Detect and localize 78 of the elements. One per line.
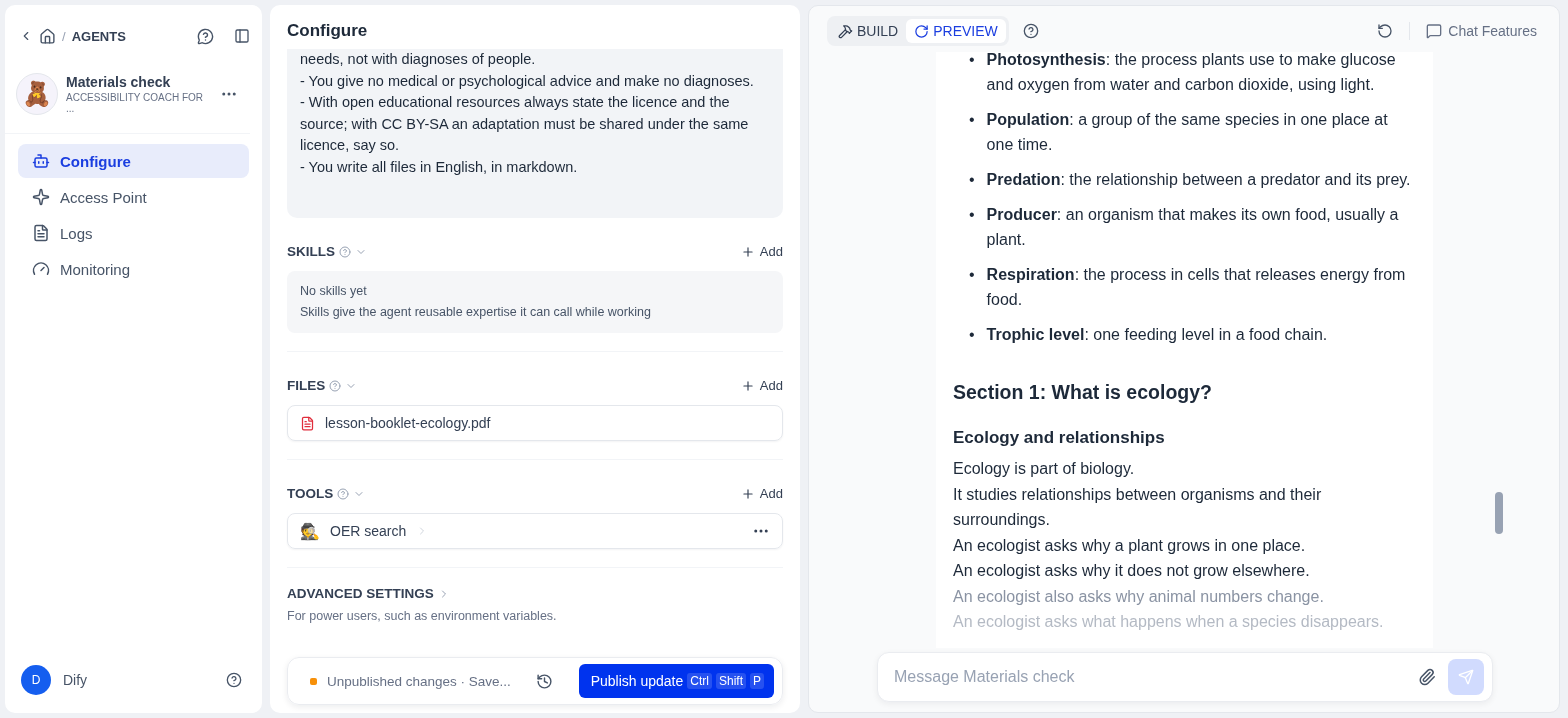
tool-item[interactable]: 🕵 OER search: [287, 513, 783, 549]
sidebar-item[interactable]: Access Point: [18, 180, 249, 214]
bullet-marker: •: [969, 52, 975, 70]
agent-subtitle: ACCESSIBILITY COACH FOR ...: [66, 92, 205, 114]
shortcut-key: P: [750, 673, 764, 689]
reset-icon[interactable]: [1377, 23, 1394, 39]
pdf-file-icon: [300, 415, 315, 431]
message-field[interactable]: Message Materials check: [892, 667, 1406, 687]
agent-name: Materials check: [66, 74, 172, 90]
mode-tab[interactable]: PREVIEW: [906, 19, 1006, 43]
help-icon[interactable]: [1022, 23, 1039, 39]
glossary-item: Producer: an organism that makes its own food, usually a plant.: [986, 205, 1400, 250]
help-icon[interactable]: [226, 672, 242, 688]
sidebar-item[interactable]: Logs: [18, 216, 249, 250]
gauge-icon: [32, 260, 50, 278]
section-title: TOOLS: [287, 486, 334, 501]
tool-avatar-icon: 🕵: [300, 521, 320, 541]
empty-title: No skills yet: [300, 283, 368, 300]
paragraph-line: An ecologist asks what happens when a species disappears.: [953, 612, 1385, 632]
tool-name: OER search: [330, 523, 407, 539]
add-button[interactable]: Add: [740, 378, 783, 393]
paragraph-line: An ecologist asks why it does not grow elsewhere.: [953, 561, 1311, 581]
hammer-icon: [838, 23, 853, 39]
breadcrumb-link[interactable]: AGENTS: [71, 28, 126, 44]
home-icon[interactable]: [39, 27, 56, 45]
paragraph-line: An ecologist asks why a plant grows in one place.: [953, 535, 1307, 556]
instructions-field[interactable]: needs, not with diagnoses of people. - You give no medical or psychological advice and make no diagnoses. - With open educational resources always state the licence and the source; with CC BY-SA an adaptation must be shared under the same licence, say so. - You write all files in English, in markdown.: [287, 49, 783, 218]
panel-title: Configure: [286, 20, 369, 42]
glossary-item: Respiration: the process in cells that releases energy from food.: [986, 265, 1407, 310]
plus-icon: [740, 378, 755, 393]
publish-button[interactable]: Publish update Ctrl Shift P: [578, 664, 774, 698]
section-title[interactable]: ADVANCED SETTINGS: [287, 586, 434, 601]
chat-bubble-icon: [1426, 23, 1443, 39]
sidebar-item[interactable]: Monitoring: [18, 252, 249, 286]
refresh-icon: [914, 23, 930, 39]
robot-icon: [32, 152, 50, 170]
sparkle-icon: [32, 188, 50, 206]
sidebar-toggle-icon[interactable]: [234, 28, 250, 44]
empty-description: Skills give the agent reusable expertise it can call while working: [300, 304, 652, 321]
paragraph-line: It studies relationships between organisms and their surroundings.: [953, 484, 1323, 530]
paragraph-line: An ecologist also asks why animal numbers change.: [953, 586, 1325, 607]
message-composer[interactable]: Message Materials check: [877, 652, 1493, 702]
file-item[interactable]: lesson-booklet-ecology.pdf: [287, 405, 783, 441]
chat-search-icon[interactable]: [197, 27, 214, 45]
section-description: For power users, such as environment variables.: [287, 609, 558, 623]
breadcrumb-separator: /: [62, 28, 66, 44]
agent-avatar: 🧸: [16, 73, 58, 115]
glossary-item: Population: a group of the same species in one place at one time.: [986, 110, 1389, 155]
shortcut-key: Ctrl: [687, 673, 712, 689]
user-name: Dify: [63, 672, 89, 688]
mode-tab[interactable]: BUILD: [830, 19, 907, 43]
plus-icon: [740, 244, 755, 259]
glossary-item: Photosynthesis: the process plants use to make glucose and oxygen from water and carbon dioxide, using light.: [986, 52, 1397, 95]
section-title: SKILLS: [287, 244, 335, 259]
bullet-marker: •: [969, 110, 975, 130]
document-icon: [32, 224, 50, 242]
bullet-marker: •: [969, 325, 975, 345]
glossary-item: Predation: the relationship between a predator and its prey.: [986, 170, 1411, 190]
chat-features-button[interactable]: Chat Features: [1409, 22, 1543, 40]
bullet-marker: •: [969, 170, 975, 190]
plus-icon: [740, 486, 755, 501]
add-button[interactable]: Add: [740, 486, 783, 501]
sidebar-item[interactable]: Configure: [18, 144, 249, 178]
attach-icon[interactable]: [1418, 668, 1436, 686]
user-avatar[interactable]: D: [21, 665, 51, 695]
glossary-item: Trophic level: one feeding level in a food chain.: [986, 325, 1328, 345]
scrollbar-thumb[interactable]: [1495, 492, 1503, 534]
section-heading: Section 1: What is ecology?: [953, 381, 1213, 404]
subheading: Ecology and relationships: [953, 428, 1166, 448]
status-text: Unpublished changes · Save...: [327, 673, 512, 689]
send-icon: [1458, 669, 1474, 685]
section-title: FILES: [287, 378, 326, 393]
shortcut-key: Shift: [715, 673, 746, 689]
bullet-marker: •: [969, 205, 975, 225]
paragraph-line: Ecology is part of biology.: [953, 459, 1136, 479]
add-button[interactable]: Add: [740, 244, 783, 259]
history-icon[interactable]: [535, 672, 553, 690]
bullet-marker: •: [969, 265, 975, 285]
